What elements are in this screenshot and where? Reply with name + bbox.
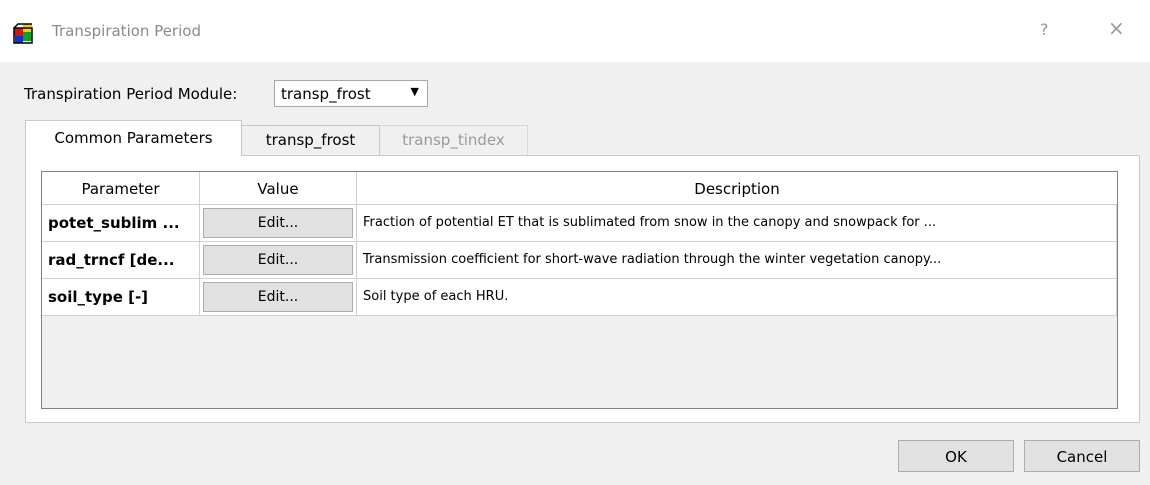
title-bar: Transpiration Period ? × — [0, 0, 1150, 62]
parameter-name: potet_sublim ... — [48, 214, 180, 232]
cancel-button[interactable]: Cancel — [1024, 440, 1140, 472]
dropdown-arrow-icon: ▼ — [410, 85, 419, 98]
parameter-name: rad_trncf [de... — [48, 251, 175, 269]
table-row[interactable]: rad_trncf [de... Edit... Transmission co… — [42, 242, 1117, 279]
tab-label: transp_tindex — [402, 131, 505, 149]
tab-transp-tindex: transp_tindex — [380, 125, 528, 155]
value-cell: Edit... — [200, 205, 357, 241]
parameter-cell[interactable]: soil_type [-] — [42, 279, 200, 315]
parameter-cell[interactable]: potet_sublim ... — [42, 205, 200, 241]
table-row[interactable]: potet_sublim ... Edit... Fraction of pot… — [42, 205, 1117, 242]
description-text: Fraction of potential ET that is sublima… — [363, 215, 937, 230]
close-button[interactable]: × — [1108, 16, 1125, 40]
app-icon — [13, 23, 33, 44]
help-button[interactable]: ? — [1040, 20, 1049, 39]
parameter-cell[interactable]: rad_trncf [de... — [42, 242, 200, 278]
description-cell[interactable]: Fraction of potential ET that is sublima… — [357, 205, 1117, 241]
tab-transp-frost[interactable]: transp_frost — [242, 125, 380, 155]
value-cell: Edit... — [200, 279, 357, 315]
module-dropdown-value: transp_frost — [281, 85, 371, 103]
description-cell[interactable]: Soil type of each HRU. — [357, 279, 1117, 315]
tab-label: transp_frost — [265, 131, 356, 149]
module-label: Transpiration Period Module: — [24, 85, 238, 103]
module-dropdown[interactable]: transp_frost ▼ — [274, 80, 428, 107]
table-header: Parameter Value Description — [42, 172, 1117, 205]
column-header-parameter[interactable]: Parameter — [42, 172, 200, 204]
edit-button[interactable]: Edit... — [203, 282, 353, 312]
value-cell: Edit... — [200, 242, 357, 278]
column-header-value[interactable]: Value — [200, 172, 357, 204]
table-row[interactable]: soil_type [-] Edit... Soil type of each … — [42, 279, 1117, 316]
parameter-table: Parameter Value Description potet_sublim… — [41, 171, 1118, 409]
edit-button[interactable]: Edit... — [203, 245, 353, 275]
description-cell[interactable]: Transmission coefficient for short-wave … — [357, 242, 1117, 278]
edit-button[interactable]: Edit... — [203, 208, 353, 238]
window-title: Transpiration Period — [52, 22, 201, 40]
parameter-name: soil_type [-] — [48, 288, 149, 306]
column-header-description[interactable]: Description — [357, 172, 1117, 204]
ok-button[interactable]: OK — [898, 440, 1014, 472]
tab-label: Common Parameters — [54, 129, 213, 147]
tab-common-parameters[interactable]: Common Parameters — [25, 120, 242, 156]
description-text: Soil type of each HRU. — [363, 289, 509, 304]
description-text: Transmission coefficient for short-wave … — [363, 252, 942, 267]
